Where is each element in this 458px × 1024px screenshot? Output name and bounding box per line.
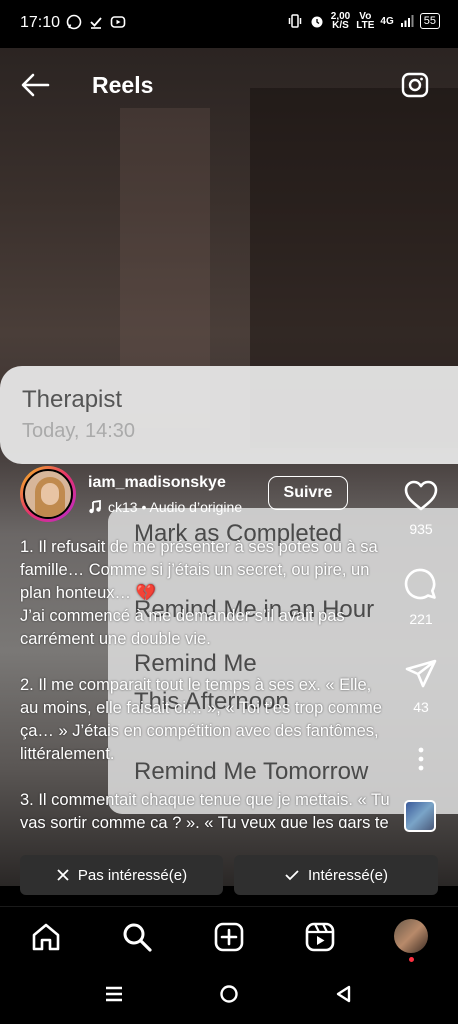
- vibrate-icon: [288, 14, 302, 28]
- post-caption[interactable]: 1. Il refusait de me présenter à ses pot…: [20, 536, 394, 828]
- send-icon[interactable]: [404, 658, 438, 690]
- reels-icon[interactable]: [302, 919, 338, 955]
- not-interested-button[interactable]: Pas intéressé(e): [20, 855, 223, 895]
- alarm-icon: [311, 16, 323, 28]
- page-title: Reels: [92, 72, 154, 98]
- more-options-icon[interactable]: [396, 746, 446, 777]
- music-note-icon: [89, 500, 101, 514]
- battery-indicator: 55: [419, 13, 440, 29]
- audio-label: ck13 • Audio d’origine: [108, 499, 243, 515]
- network-type: 4G: [380, 15, 394, 27]
- interested-label: Intéressé(e): [307, 866, 389, 884]
- username[interactable]: iam_madisonskye: [88, 474, 226, 492]
- like-action[interactable]: 935: [396, 480, 446, 537]
- home-icon[interactable]: [28, 919, 64, 955]
- like-count: 935: [409, 521, 433, 537]
- follow-button[interactable]: Suivre: [268, 476, 348, 510]
- audio-info[interactable]: ck13 • Audio d’origine: [88, 499, 242, 515]
- audio-thumbnail[interactable]: [404, 800, 436, 832]
- volte-label: Vo LTE: [356, 11, 375, 31]
- bottom-nav: [0, 906, 458, 967]
- profile-avatar[interactable]: [394, 919, 428, 953]
- camera-icon[interactable]: [400, 70, 432, 105]
- status-bar: 17:10 2,00 K/S Vo LTE 4G 55: [0, 0, 458, 48]
- create-icon[interactable]: [211, 919, 247, 955]
- comment-action[interactable]: 221: [396, 568, 446, 627]
- back-triangle-icon[interactable]: [334, 984, 354, 1009]
- video-notification-card: Therapist Today, 14:30: [0, 366, 458, 464]
- net-speed: 2,00 K/S: [330, 11, 351, 31]
- not-interested-label: Pas intéressé(e): [77, 866, 188, 884]
- share-action[interactable]: 43: [396, 658, 446, 715]
- caption-paragraph: 2. Il me comparait tout le temps à ses e…: [20, 676, 382, 763]
- caption-paragraph: 1. Il refusait de me présenter à ses pot…: [20, 538, 378, 648]
- video-card-time: Today, 14:30: [22, 420, 136, 442]
- reels-header: Reels: [0, 62, 458, 110]
- search-icon[interactable]: [119, 919, 155, 955]
- heart-icon[interactable]: [404, 480, 438, 512]
- signal-icon: [400, 15, 414, 27]
- notification-dot: [409, 957, 414, 962]
- back-arrow-icon[interactable]: [20, 72, 50, 103]
- close-icon: [57, 869, 69, 881]
- system-nav: [0, 966, 458, 1024]
- home-circle-icon[interactable]: [219, 984, 239, 1009]
- youtube-icon: [110, 16, 126, 28]
- download-done-icon: [90, 17, 102, 29]
- caption-paragraph: 3. Il commentait chaque tenue que je met…: [20, 791, 390, 828]
- comment-count: 221: [409, 611, 433, 627]
- status-time: 17:10: [20, 14, 61, 31]
- interested-button[interactable]: Intéressé(e): [234, 855, 438, 895]
- comment-icon[interactable]: [404, 568, 438, 602]
- menu-icon[interactable]: [104, 984, 124, 1009]
- video-card-title: Therapist: [22, 386, 123, 413]
- share-count: 43: [413, 699, 429, 715]
- avatar[interactable]: [20, 466, 76, 522]
- whatsapp-icon: [66, 14, 82, 30]
- check-icon: [285, 870, 299, 881]
